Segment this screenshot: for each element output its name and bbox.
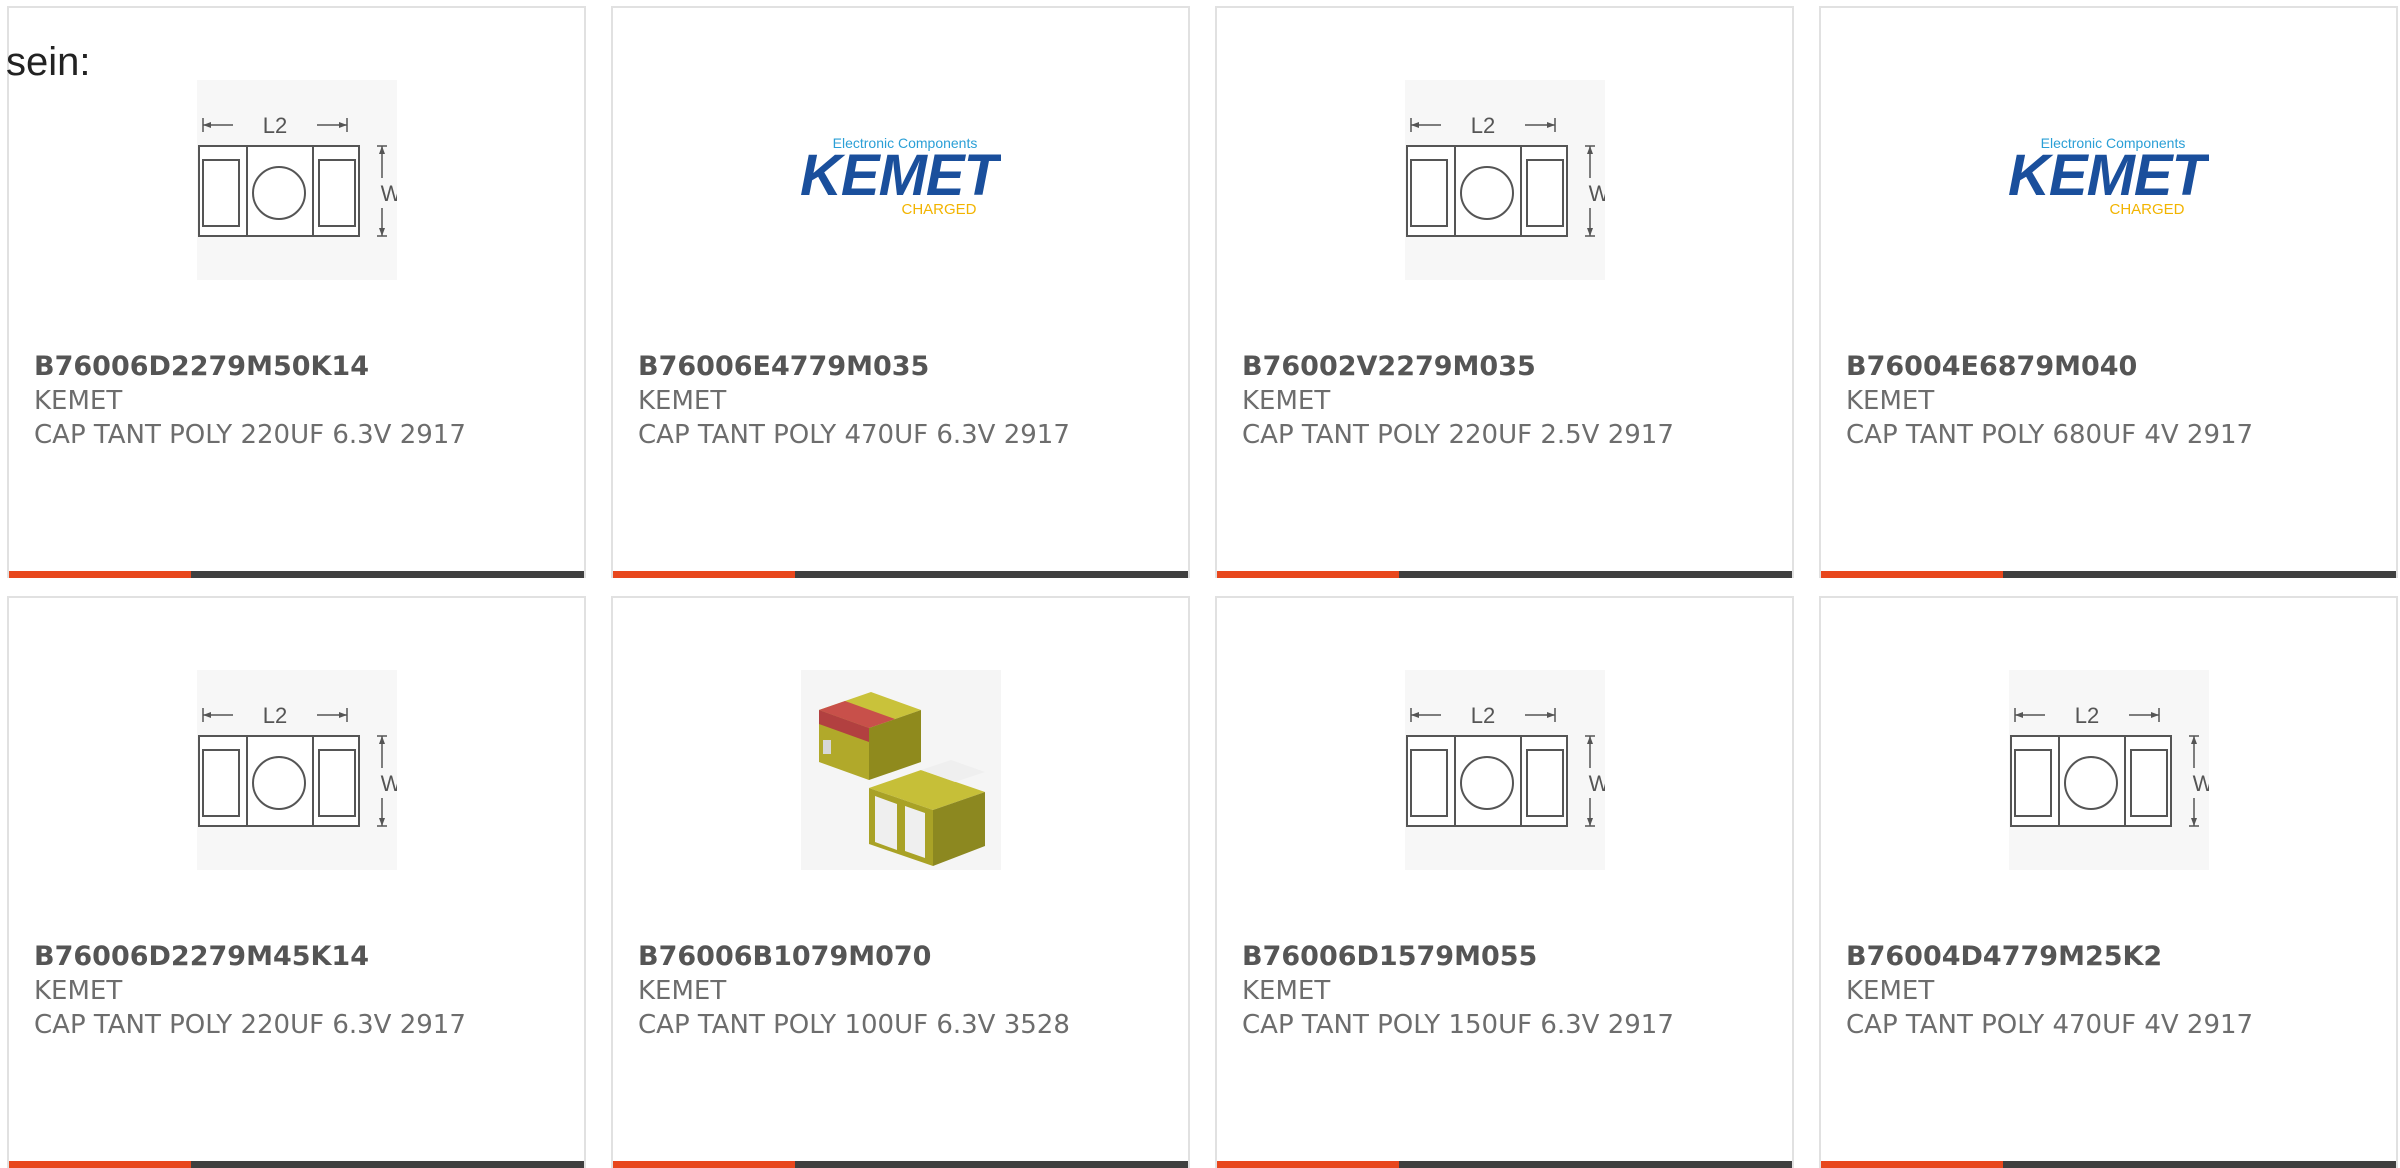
dimension-diagram-icon: L2 W	[1404, 670, 1605, 870]
part-number[interactable]: B76004E6879M040	[1846, 351, 2137, 382]
card-bottom-bar	[613, 1161, 1188, 1168]
card-accent-bar	[1821, 1161, 2003, 1168]
card-accent-bar	[9, 571, 191, 578]
length-label: L2	[262, 113, 286, 138]
product-card[interactable]: L2 W B76004D4779M25K2 KEMET CAP TANT POLY …	[1819, 596, 2398, 1168]
manufacturer: KEMET	[1846, 976, 1935, 1006]
manufacturer: KEMET	[34, 386, 123, 416]
manufacturer: KEMET	[1242, 386, 1331, 416]
card-bottom-bar	[1821, 1161, 2396, 1168]
product-grid: L2 W B76006D2279M50K14 KEMET CAP TANT POLY…	[7, 6, 2400, 1168]
card-accent-bar	[613, 571, 795, 578]
card-bottom-bar	[1217, 1161, 1792, 1168]
card-accent-bar	[1821, 571, 2003, 578]
card-accent-bar	[9, 1161, 191, 1168]
dimension-diagram-icon: L2 W	[2008, 670, 2209, 870]
card-bottom-bar	[9, 1161, 584, 1168]
manufacturer: KEMET	[1846, 386, 1935, 416]
svg-text:CHARGED: CHARGED	[901, 201, 976, 218]
kemet-logo: Electronic Components KEMET CHARGED	[2009, 135, 2209, 218]
product-thumbnail[interactable]: L2 W	[1404, 670, 1605, 870]
product-thumbnail[interactable]	[800, 670, 1001, 870]
product-card[interactable]: L2 W B76006D2279M50K14 KEMET CAP TANT POLY…	[7, 6, 586, 578]
length-label: L2	[262, 703, 286, 728]
dimension-diagram-icon: L2 W	[196, 670, 397, 870]
product-description: CAP TANT POLY 680UF 4V 2917	[1846, 420, 2254, 450]
manufacturer: KEMET	[34, 976, 123, 1006]
product-thumbnail[interactable]: Electronic Components KEMET CHARGED	[2009, 80, 2209, 280]
card-accent-bar	[1217, 1161, 1399, 1168]
manufacturer: KEMET	[1242, 976, 1331, 1006]
card-accent-bar	[1217, 571, 1399, 578]
width-label: W	[1588, 181, 1604, 206]
part-number[interactable]: B76006D1579M055	[1242, 941, 1537, 972]
part-number[interactable]: B76006E4779M035	[638, 351, 929, 382]
product-thumbnail[interactable]: L2 W	[1404, 80, 1605, 280]
card-accent-bar	[613, 1161, 795, 1168]
product-card[interactable]: L2 W B76002V2279M035 KEMET CAP TANT POLY 2…	[1215, 6, 1794, 578]
product-card[interactable]: Electronic Components KEMET CHARGED B760…	[1819, 6, 2398, 578]
manufacturer: KEMET	[638, 976, 727, 1006]
dimension-diagram-icon: L2 W	[196, 80, 397, 280]
svg-text:CHARGED: CHARGED	[2109, 201, 2184, 218]
product-description: CAP TANT POLY 220UF 2.5V 2917	[1242, 420, 1674, 450]
part-number[interactable]: B76004D4779M25K2	[1846, 941, 2162, 972]
card-bottom-bar	[613, 571, 1188, 578]
product-description: CAP TANT POLY 100UF 6.3V 3528	[638, 1010, 1070, 1040]
product-thumbnail[interactable]: L2 W	[2008, 670, 2209, 870]
product-thumbnail[interactable]: Electronic Components KEMET CHARGED	[801, 80, 1001, 280]
product-description: CAP TANT POLY 220UF 6.3V 2917	[34, 1010, 466, 1040]
product-card[interactable]: L2 W B76006D1579M055 KEMET CAP TANT POLY 1…	[1215, 596, 1794, 1168]
part-number[interactable]: B76002V2279M035	[1242, 351, 1536, 382]
length-label: L2	[2074, 703, 2098, 728]
product-card[interactable]: L2 W B76006D2279M45K14 KEMET CAP TANT POLY…	[7, 596, 586, 1168]
product-description: CAP TANT POLY 470UF 4V 2917	[1846, 1010, 2254, 1040]
manufacturer: KEMET	[638, 386, 727, 416]
intro-text: sein:	[6, 40, 91, 84]
kemet-logo: Electronic Components KEMET CHARGED	[801, 135, 1001, 218]
width-label: W	[2192, 771, 2208, 796]
card-bottom-bar	[9, 571, 584, 578]
product-description: CAP TANT POLY 150UF 6.3V 2917	[1242, 1010, 1674, 1040]
length-label: L2	[1470, 703, 1494, 728]
product-description: CAP TANT POLY 220UF 6.3V 2917	[34, 420, 466, 450]
svg-text:KEMET: KEMET	[2009, 143, 2209, 208]
width-label: W	[380, 181, 396, 206]
width-label: W	[380, 771, 396, 796]
svg-text:KEMET: KEMET	[801, 143, 1001, 208]
length-label: L2	[1470, 113, 1494, 138]
part-number[interactable]: B76006B1079M070	[638, 941, 931, 972]
part-number[interactable]: B76006D2279M50K14	[34, 351, 369, 382]
card-bottom-bar	[1821, 571, 2396, 578]
product-card[interactable]: B76006B1079M070 KEMET CAP TANT POLY 100UF …	[611, 596, 1190, 1168]
product-thumbnail[interactable]: L2 W	[196, 80, 397, 280]
dimension-diagram-icon: L2 W	[1404, 80, 1605, 280]
product-thumbnail[interactable]: L2 W	[196, 670, 397, 870]
product-description: CAP TANT POLY 470UF 6.3V 2917	[638, 420, 1070, 450]
part-number[interactable]: B76006D2279M45K14	[34, 941, 369, 972]
capacitor-photo	[800, 670, 1001, 870]
card-bottom-bar	[1217, 571, 1792, 578]
width-label: W	[1588, 771, 1604, 796]
product-card[interactable]: Electronic Components KEMET CHARGED B760…	[611, 6, 1190, 578]
